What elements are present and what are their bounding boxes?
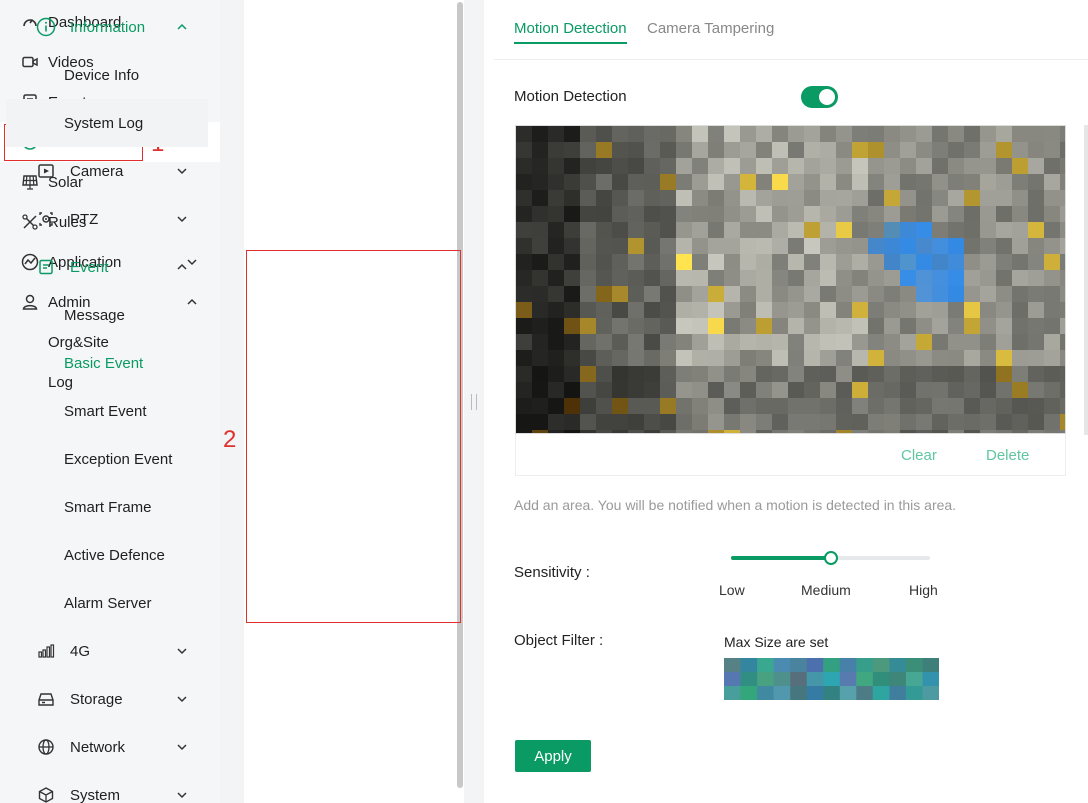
hint-text: Add an area. You will be notified when a… — [514, 497, 957, 513]
globe-icon — [36, 737, 56, 757]
menu-item-network[interactable]: Network — [6, 723, 208, 771]
info-icon — [36, 17, 56, 37]
menu-item-message[interactable]: Message — [6, 291, 208, 339]
menu-label: Message — [64, 306, 125, 324]
menu-label: Event — [70, 258, 109, 276]
sensitivity-high: High — [909, 582, 938, 598]
menu-label: Storage — [70, 690, 123, 708]
chevron-up-icon[interactable] — [174, 259, 190, 275]
menu-label: System Log — [64, 114, 144, 132]
annotation-box-2 — [246, 250, 461, 623]
apply-button[interactable]: Apply — [515, 740, 591, 772]
chevron-down-icon[interactable] — [174, 643, 190, 659]
object-filter-value: Max Size are set — [724, 634, 829, 650]
menu-label: Information — [70, 18, 146, 36]
chevron-down-icon[interactable] — [174, 739, 190, 755]
menu-label: Basic Event — [64, 354, 144, 372]
clear-button[interactable]: Clear — [901, 447, 937, 464]
menu-label: Camera — [70, 162, 124, 180]
menu-label: PTZ — [70, 210, 99, 228]
menu-label: Smart Event — [64, 402, 147, 420]
chevron-up-icon[interactable] — [174, 19, 190, 35]
tab-camera-tampering[interactable]: Camera Tampering — [647, 20, 774, 44]
annotation-label-2: 2 — [223, 426, 237, 453]
menu-item-4g[interactable]: 4G — [6, 627, 208, 675]
menu-label: Device Info — [64, 66, 140, 84]
menu-label: Smart Frame — [64, 498, 152, 516]
menu-item-active-defence[interactable]: Active Defence — [6, 531, 208, 579]
preview-toolbar — [515, 434, 1066, 476]
sensitivity-slider-fill — [731, 556, 831, 560]
sensitivity-label: Sensitivity : — [514, 564, 590, 581]
menu-item-ptz[interactable]: PTZ — [6, 195, 208, 243]
menu-label: 4G — [70, 642, 91, 660]
preview-image — [516, 126, 1065, 433]
chevron-down-icon[interactable] — [174, 163, 190, 179]
signal-bars-icon — [36, 641, 56, 661]
menu-item-system-log[interactable]: System Log — [6, 99, 208, 147]
delete-button[interactable]: Delete — [986, 447, 1029, 464]
sensitivity-low: Low — [719, 582, 745, 598]
menu-label: Exception Event — [64, 450, 173, 468]
object-filter-thumbnail[interactable] — [724, 658, 940, 701]
camera-preview[interactable] — [515, 125, 1066, 434]
menu-label: Alarm Server — [64, 594, 152, 612]
menu-label: Active Defence — [64, 546, 165, 564]
motion-detection-label: Motion Detection — [514, 88, 627, 105]
motion-detection-toggle[interactable] — [801, 86, 838, 108]
menu-item-smart-frame[interactable]: Smart Frame — [6, 483, 208, 531]
splitter-handle[interactable] — [471, 394, 477, 410]
tab-divider — [494, 59, 1088, 60]
chevron-down-icon[interactable] — [174, 691, 190, 707]
ptz-icon — [36, 209, 56, 229]
storage-icon — [36, 689, 56, 709]
sensitivity-medium: Medium — [801, 582, 851, 598]
menu-item-basic-event[interactable]: Basic Event — [6, 339, 208, 387]
menu-item-event[interactable]: Event — [6, 243, 208, 291]
menu-item-exception-event[interactable]: Exception Event — [6, 435, 208, 483]
menu-label: Network — [70, 738, 126, 756]
menu-item-information[interactable]: Information — [6, 3, 208, 51]
object-filter-label: Object Filter : — [514, 632, 604, 649]
menu-item-alarm-server[interactable]: Alarm Server — [6, 579, 208, 627]
tab-motion-detection[interactable]: Motion Detection — [514, 20, 627, 44]
system-cube-icon — [36, 785, 56, 803]
chevron-down-icon[interactable] — [174, 787, 190, 803]
menu-item-smart-event[interactable]: Smart Event — [6, 387, 208, 435]
menu-item-system[interactable]: System — [6, 771, 208, 803]
event-icon — [36, 257, 56, 277]
menu-item-storage[interactable]: Storage — [6, 675, 208, 723]
menu-item-camera[interactable]: Camera — [6, 147, 208, 195]
content-scroll-edge — [1084, 125, 1088, 435]
sensitivity-slider-knob[interactable] — [823, 551, 838, 565]
chevron-down-icon[interactable] — [174, 211, 190, 227]
menu-item-device-info[interactable]: Device Info — [6, 51, 208, 99]
camera-icon — [36, 161, 56, 181]
menu-label: System — [70, 786, 121, 803]
